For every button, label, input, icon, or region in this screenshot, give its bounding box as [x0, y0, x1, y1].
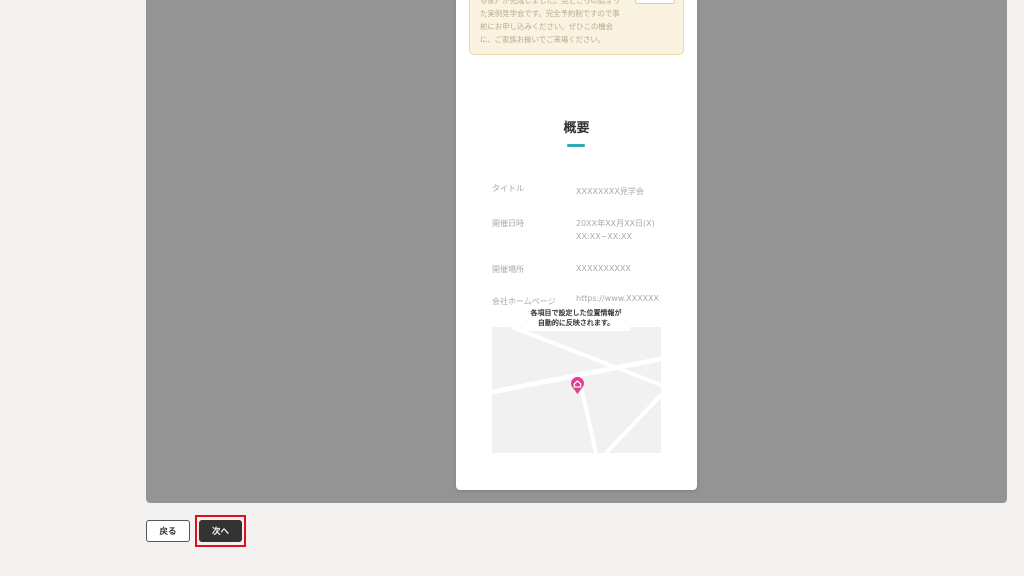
- back-button[interactable]: 戻る: [146, 520, 190, 542]
- row-value-title: XXXXXXXX見学会: [576, 187, 644, 196]
- row-label-datetime: 開催日時: [492, 219, 524, 228]
- notice-box: る家》が完成しました。見どころの詰まっ た実例見学会です。完全予約制ですので事 …: [469, 0, 684, 55]
- title-accent-bar: [567, 144, 585, 147]
- preview-area: る家》が完成しました。見どころの詰まっ た実例見学会です。完全予約制ですので事 …: [146, 0, 1007, 503]
- row-label-title: タイトル: [492, 184, 524, 193]
- row-label-venue: 開催場所: [492, 265, 524, 274]
- event-preview-card: る家》が完成しました。見どころの詰まっ た実例見学会です。完全予約制ですので事 …: [456, 0, 697, 490]
- home-pin-icon: [570, 377, 585, 395]
- next-button[interactable]: 次へ: [199, 520, 242, 542]
- overview-title: 概要: [563, 121, 590, 136]
- notice-text: る家》が完成しました。見どころの詰まっ た実例見学会です。完全予約制ですので事 …: [480, 0, 620, 44]
- notice-tag: [635, 0, 675, 4]
- map-tooltip: 各項目で設定した位置情報が 自動的に反映されます。: [522, 306, 630, 331]
- row-value-datetime: 20XX年XX月XX日(X) XX:XX~XX:XX: [576, 219, 655, 241]
- row-value-venue: XXXXXXXXXX: [576, 264, 631, 273]
- row-value-homepage: https://www.XXXXXX: [576, 294, 659, 303]
